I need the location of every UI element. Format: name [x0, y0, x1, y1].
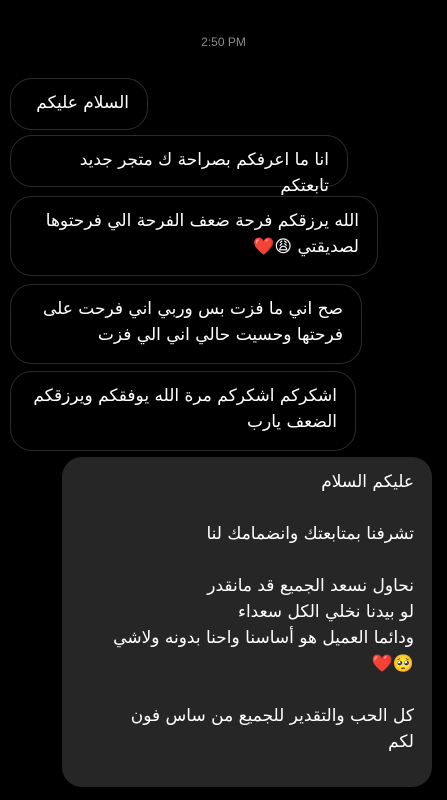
- incoming-message-bubble[interactable]: صح اني ما فزت بس وربي اني فرحت على فرحته…: [10, 284, 362, 364]
- incoming-message-bubble[interactable]: الله يرزقكم فرحة ضعف الفرحة الي فرحتوها …: [10, 196, 378, 276]
- incoming-message-bubble[interactable]: اشكركم اشكركم مرة الله يوفقكم ويرزقكم ال…: [10, 371, 356, 451]
- outgoing-message-bubble[interactable]: عليكم السلام تشرفنا بمتابعتك وانضمامك لن…: [62, 457, 432, 787]
- incoming-message-bubble[interactable]: السلام عليكم: [10, 78, 148, 130]
- incoming-message-bubble[interactable]: انا ما اعرفكم بصراحة ك متجر جديد تابعتكم: [10, 135, 348, 196]
- message-timestamp: 2:50 PM: [201, 35, 246, 49]
